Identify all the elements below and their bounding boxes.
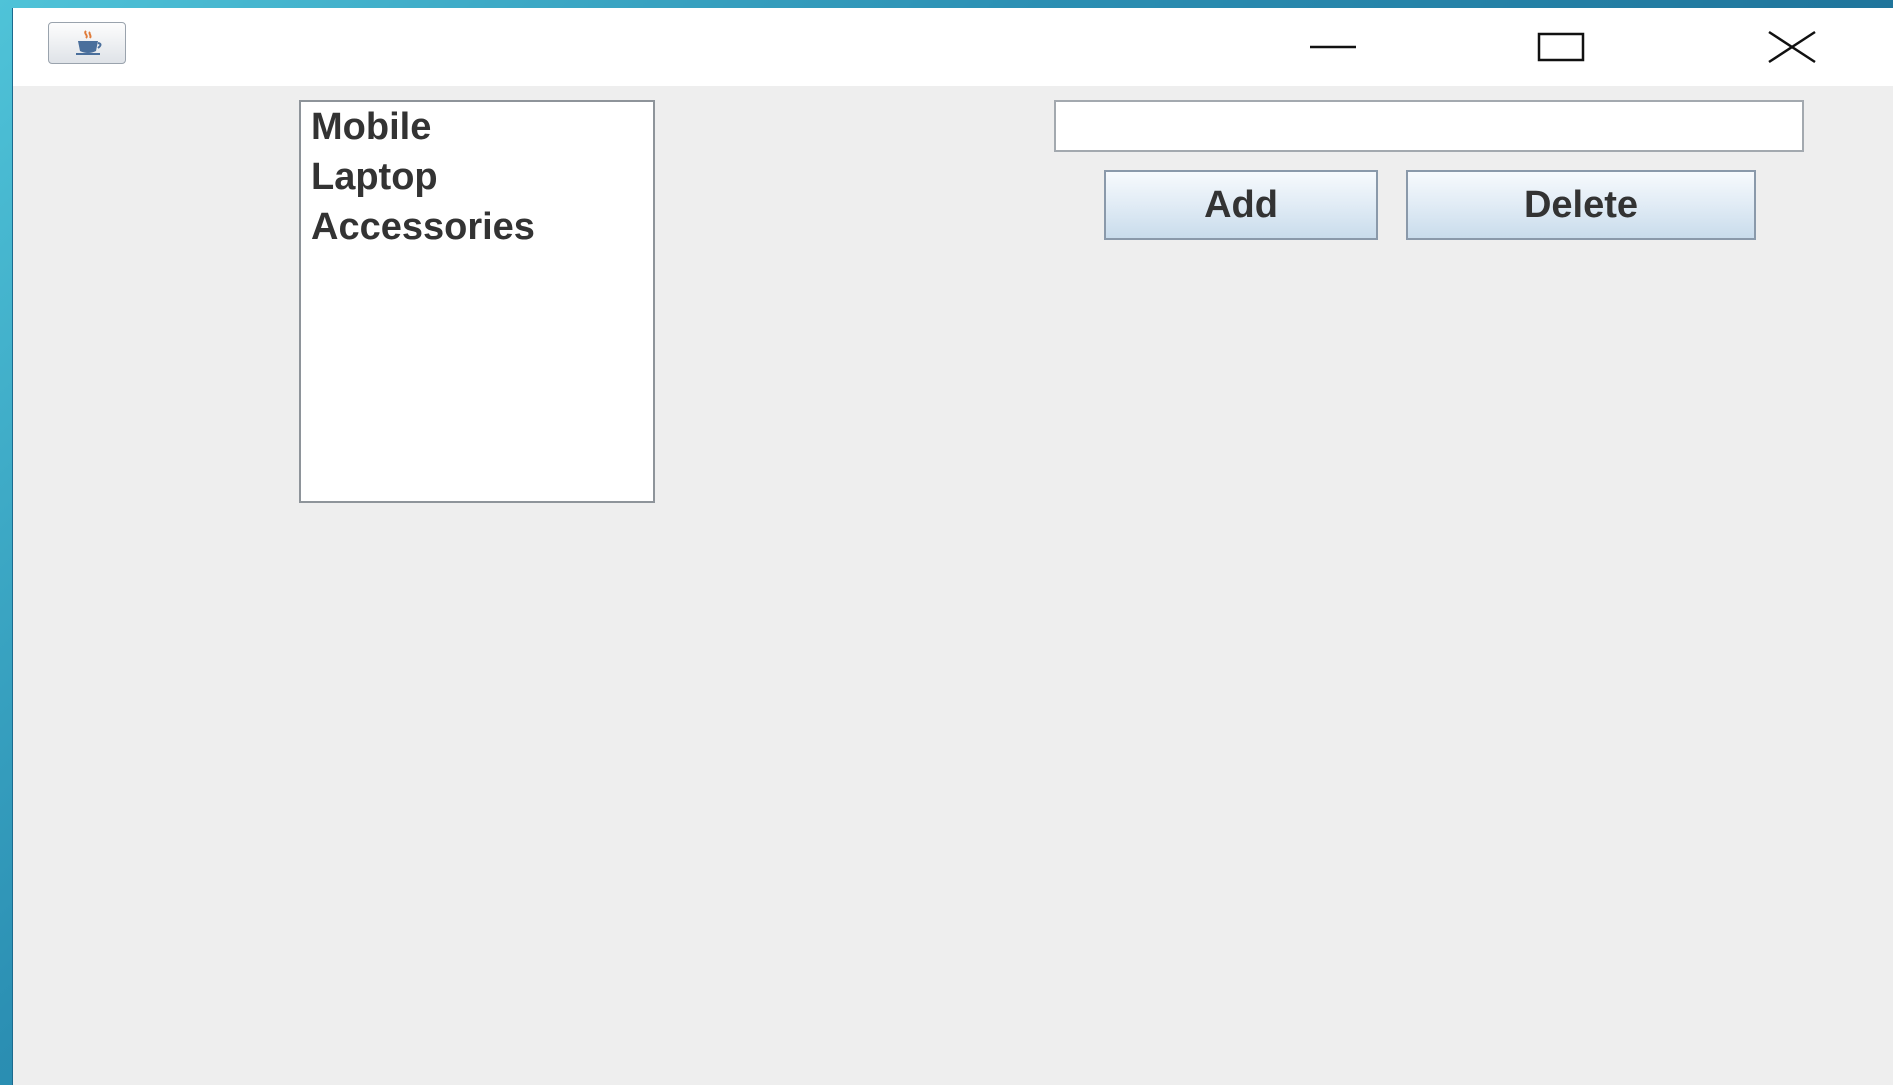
close-button[interactable] <box>1752 22 1832 72</box>
minimize-icon <box>1310 45 1356 49</box>
list-item[interactable]: Laptop <box>301 152 653 202</box>
java-cup-icon[interactable] <box>48 22 126 64</box>
minimize-button[interactable] <box>1293 22 1373 72</box>
list-item[interactable]: Mobile <box>301 102 653 152</box>
category-list[interactable]: Mobile Laptop Accessories <box>299 100 655 503</box>
maximize-button[interactable] <box>1521 22 1601 72</box>
title-bar[interactable] <box>13 8 1893 86</box>
delete-button[interactable]: Delete <box>1406 170 1756 240</box>
maximize-icon <box>1537 32 1585 62</box>
item-text-field[interactable] <box>1054 100 1804 152</box>
close-icon <box>1768 30 1816 64</box>
application-window: Mobile Laptop Accessories Add Delete <box>12 8 1893 1085</box>
list-item[interactable]: Accessories <box>301 202 653 252</box>
add-button[interactable]: Add <box>1104 170 1378 240</box>
